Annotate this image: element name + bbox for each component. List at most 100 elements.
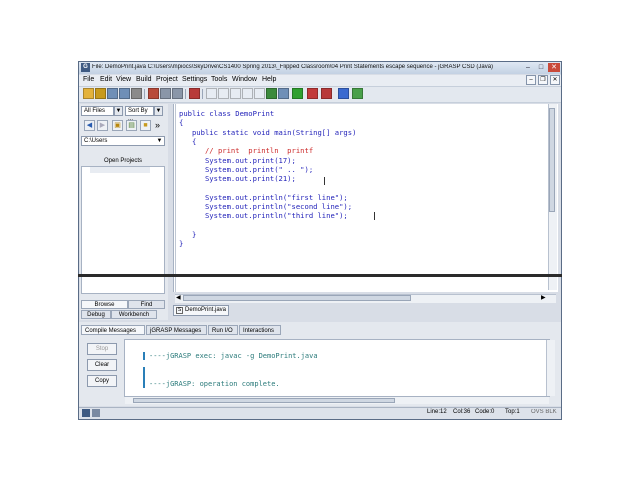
status-mode: OVS BLK: [531, 409, 557, 415]
stop-button[interactable]: Stop: [87, 343, 117, 355]
status-icon: [92, 409, 100, 417]
menu-restore-icon[interactable]: ❐: [538, 75, 548, 85]
jgrasp-app-icon: G: [81, 63, 90, 72]
close-button[interactable]: ✕: [548, 63, 560, 72]
status-code: Code:0: [475, 409, 495, 415]
cut-icon[interactable]: [148, 88, 159, 99]
menu-item-window[interactable]: Window: [232, 76, 257, 83]
code-line: System.out.print(21);: [179, 174, 296, 184]
file-tab-label: DemoPrint.java: [185, 307, 227, 313]
tab-find[interactable]: Find: [128, 300, 165, 309]
message-line: ----jGRASP exec: javac -g DemoPrint.java: [149, 352, 318, 360]
menu-item-settings[interactable]: Settings: [182, 76, 207, 83]
code-line: System.out.println("third line");: [179, 211, 348, 221]
folder-refresh-icon[interactable]: ▣: [112, 120, 123, 131]
sort-select[interactable]: Sort By ...: [125, 106, 154, 122]
list-row-placeholder: [90, 167, 150, 173]
code-line: System.out.println("first line");: [179, 192, 348, 202]
code-line: public class DemoPrint: [179, 109, 275, 118]
code-line: // print println printf: [179, 146, 314, 156]
tab-workbench[interactable]: Workbench: [111, 310, 157, 319]
chevron-down-icon[interactable]: ▼: [155, 136, 164, 146]
debug-icon[interactable]: [307, 88, 318, 99]
message-bracket: [143, 367, 146, 388]
menu-item-help[interactable]: Help: [262, 76, 276, 83]
tab-interactions[interactable]: Interactions: [239, 325, 281, 335]
messages-vertical-scrollbar[interactable]: [546, 340, 555, 396]
menu-item-view[interactable]: View: [116, 76, 131, 83]
menu-item-edit[interactable]: Edit: [100, 76, 112, 83]
menu-item-file[interactable]: File: [83, 76, 94, 83]
menu-item-project[interactable]: Project: [156, 76, 178, 83]
code-line: System.out.print(17);: [179, 155, 296, 165]
menu-item-tools[interactable]: Tools: [211, 76, 227, 83]
paste-icon[interactable]: [172, 88, 183, 99]
editor-vertical-scroll-thumb[interactable]: [549, 108, 555, 212]
fold-icon[interactable]: [230, 88, 241, 99]
tab-compile-messages[interactable]: Compile Messages: [81, 325, 145, 335]
interactions-icon[interactable]: [321, 88, 332, 99]
copy-icon[interactable]: [160, 88, 171, 99]
open-project-icon[interactable]: [95, 88, 106, 99]
tab-jgrasp-messages[interactable]: jGRASP Messages: [146, 325, 207, 335]
save-icon[interactable]: [107, 88, 118, 99]
tab-demoprint-java[interactable]: S DemoPrint.java: [173, 305, 229, 316]
code-line: }: [179, 229, 197, 239]
save-all-icon[interactable]: [119, 88, 130, 99]
editor-gutter: [175, 104, 176, 292]
open-folder-icon[interactable]: [83, 88, 94, 99]
status-col: Col:36: [453, 409, 471, 415]
more-icon[interactable]: »: [155, 120, 160, 130]
chevron-down-icon[interactable]: ▼: [114, 106, 123, 116]
path-field[interactable]: C:\Users: [81, 136, 165, 146]
java-file-icon: S: [176, 307, 183, 314]
scroll-right-icon[interactable]: ▶: [541, 294, 546, 301]
window-title: File: DemoPrint.java C:\Users\mpiocs\Sky…: [92, 64, 494, 70]
undo-icon[interactable]: [189, 88, 200, 99]
generate-csd-icon[interactable]: [206, 88, 217, 99]
message-bracket: [143, 352, 146, 360]
up-folder-icon[interactable]: ▤: [126, 120, 137, 131]
maximize-button[interactable]: □: [535, 63, 547, 72]
code-line: System.out.println("second line");: [179, 202, 353, 211]
code-line: public static void main(String[] args): [179, 127, 357, 137]
messages-horizontal-scroll-thumb[interactable]: [133, 398, 395, 403]
text-cursor: [324, 177, 325, 185]
toolbar-separator: [144, 89, 145, 99]
run-icon[interactable]: [292, 88, 303, 99]
forward-arrow-icon[interactable]: ▶: [97, 120, 108, 131]
viewer-icon[interactable]: [352, 88, 363, 99]
tab-run-i-o[interactable]: Run I/O: [208, 325, 238, 335]
number-icon[interactable]: [254, 88, 265, 99]
unfold-icon[interactable]: [242, 88, 253, 99]
panel-divider[interactable]: [78, 274, 562, 277]
editor-horizontal-scroll-thumb[interactable]: [183, 295, 411, 301]
print-icon[interactable]: [131, 88, 142, 99]
status-icon: [82, 409, 90, 417]
open-folder-icon[interactable]: ■: [140, 120, 151, 131]
back-arrow-icon[interactable]: ◀: [84, 120, 95, 131]
tab-browse[interactable]: Browse: [81, 300, 128, 309]
code-line: {: [179, 118, 184, 128]
menu-minimize-icon[interactable]: –: [526, 75, 536, 85]
stop-icon[interactable]: [338, 88, 349, 99]
code-line: {: [179, 136, 197, 146]
toolbar-separator: [202, 89, 203, 99]
scroll-left-icon[interactable]: ◀: [176, 294, 181, 301]
clear-button[interactable]: Clear: [87, 359, 117, 371]
remove-csd-icon[interactable]: [218, 88, 229, 99]
chevron-down-icon[interactable]: ▼: [154, 106, 163, 116]
menu-item-build[interactable]: Build: [136, 76, 152, 83]
status-top: Top:1: [505, 409, 520, 415]
minimize-button[interactable]: –: [522, 63, 534, 72]
compile-icon[interactable]: [266, 88, 277, 99]
compile-messages-area[interactable]: [124, 339, 550, 397]
menu-close-icon[interactable]: ✕: [550, 75, 560, 85]
message-line: ----jGRASP: operation complete.: [149, 380, 280, 388]
code-line: }: [179, 239, 184, 249]
tab-debug[interactable]: Debug: [81, 310, 111, 319]
code-line: System.out.print(" .. ");: [179, 164, 314, 174]
file-filter-select[interactable]: All Files: [81, 106, 114, 116]
jar-icon[interactable]: [278, 88, 289, 99]
copy-button[interactable]: Copy: [87, 375, 117, 387]
